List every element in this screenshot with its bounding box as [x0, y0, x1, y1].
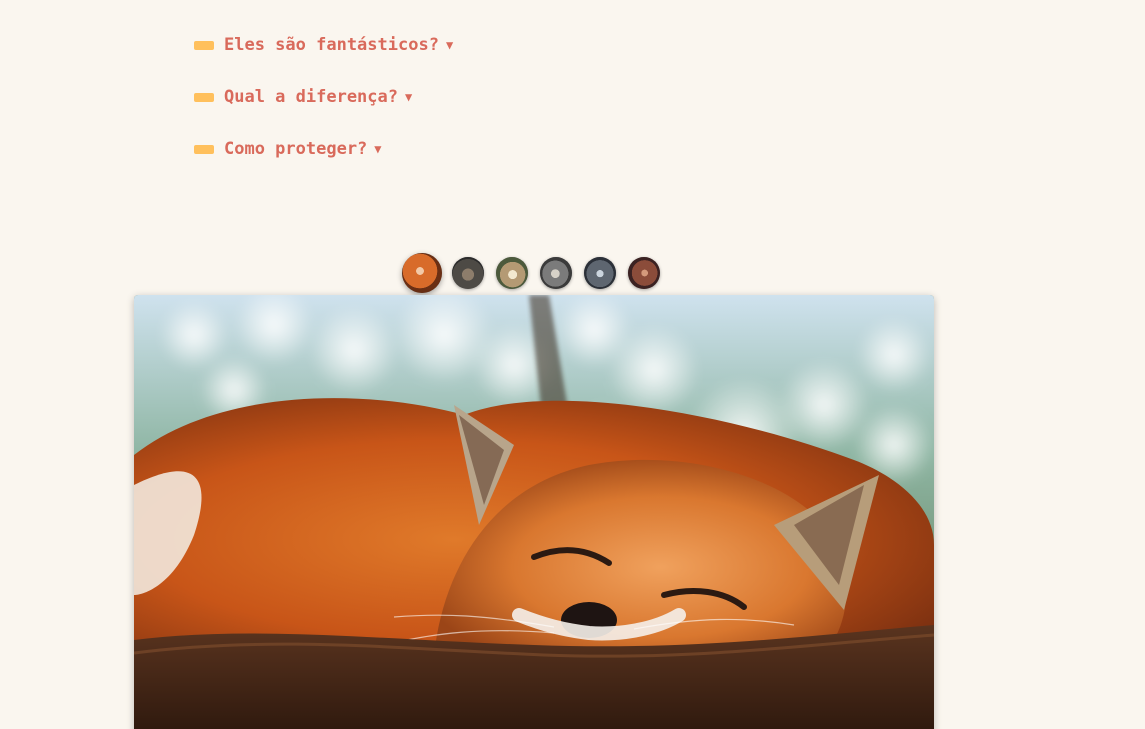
thumbnail-animal-5-icon[interactable]: [584, 257, 616, 289]
faq-item-qual-a-diferenca[interactable]: Qual a diferença? ▼: [194, 86, 453, 138]
page: Eles são fantásticos? ▼ Qual a diferença?…: [0, 0, 1145, 729]
faq-question: Como proteger? ▼: [224, 138, 382, 161]
thumbnail-animal-2-icon[interactable]: [452, 257, 484, 289]
faq-question: Eles são fantásticos? ▼: [224, 34, 453, 57]
gallery-thumbnails: [402, 253, 672, 293]
chevron-down-icon: ▼: [405, 90, 413, 104]
chevron-down-icon: ▼: [374, 142, 382, 156]
thumbnail-fox-icon[interactable]: [402, 253, 442, 293]
faq-item-eles-sao-fantasticos[interactable]: Eles são fantásticos? ▼: [194, 34, 453, 86]
faq-question-label: Qual a diferença?: [224, 87, 398, 107]
faq-list: Eles são fantásticos? ▼ Qual a diferença?…: [194, 34, 453, 190]
faq-bullet-bar: [194, 145, 214, 154]
chevron-down-icon: ▼: [445, 38, 454, 52]
thumbnail-bear-icon[interactable]: [496, 257, 528, 289]
thumbnail-wolf-icon[interactable]: [540, 257, 572, 289]
faq-bullet-bar: [194, 41, 214, 50]
faq-item-como-proteger[interactable]: Como proteger? ▼: [194, 138, 453, 190]
fox-photo-svg: [134, 295, 934, 729]
faq-question: Qual a diferença? ▼: [224, 86, 412, 109]
faq-question-label: Eles são fantásticos?: [224, 35, 439, 55]
faq-question-label: Como proteger?: [224, 139, 368, 159]
thumbnail-animal-6-icon[interactable]: [628, 257, 660, 289]
faq-bullet-bar: [194, 93, 214, 102]
main-photo-fox: [134, 295, 934, 729]
